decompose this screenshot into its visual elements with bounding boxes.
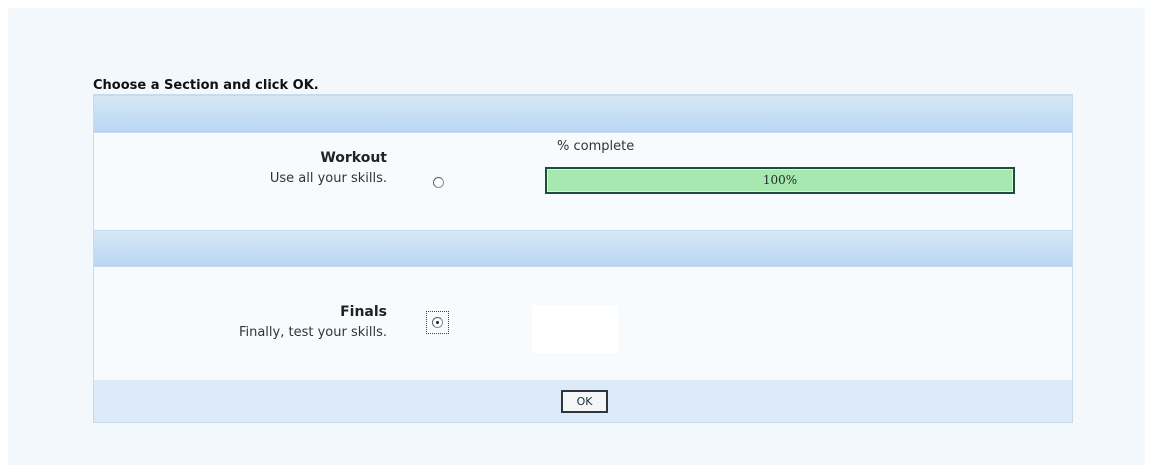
section-title-finals: Finals [340, 304, 387, 320]
section-panel: Workout Use all your skills. % complete … [93, 94, 1073, 423]
section-header-bar [94, 95, 1072, 133]
radio-finals[interactable] [432, 317, 443, 328]
section-title-workout: Workout [320, 150, 387, 166]
radio-selected-dot [436, 321, 439, 324]
radio-workout[interactable] [433, 177, 444, 188]
instructions-text: Choose a Section and click OK. [93, 78, 319, 93]
section-description-finals: Finally, test your skills. [238, 325, 387, 340]
progress-caption: % complete [557, 139, 635, 154]
page-background: Choose a Section and click OK. Workout U… [8, 8, 1145, 465]
section-description-workout: Use all your skills. [269, 171, 387, 186]
section-header-bar [94, 230, 1072, 267]
progress-bar-workout: 100% [545, 167, 1015, 194]
ok-button[interactable]: OK [561, 390, 608, 413]
progress-placeholder-finals [532, 305, 618, 353]
progress-label: 100% [762, 173, 798, 187]
